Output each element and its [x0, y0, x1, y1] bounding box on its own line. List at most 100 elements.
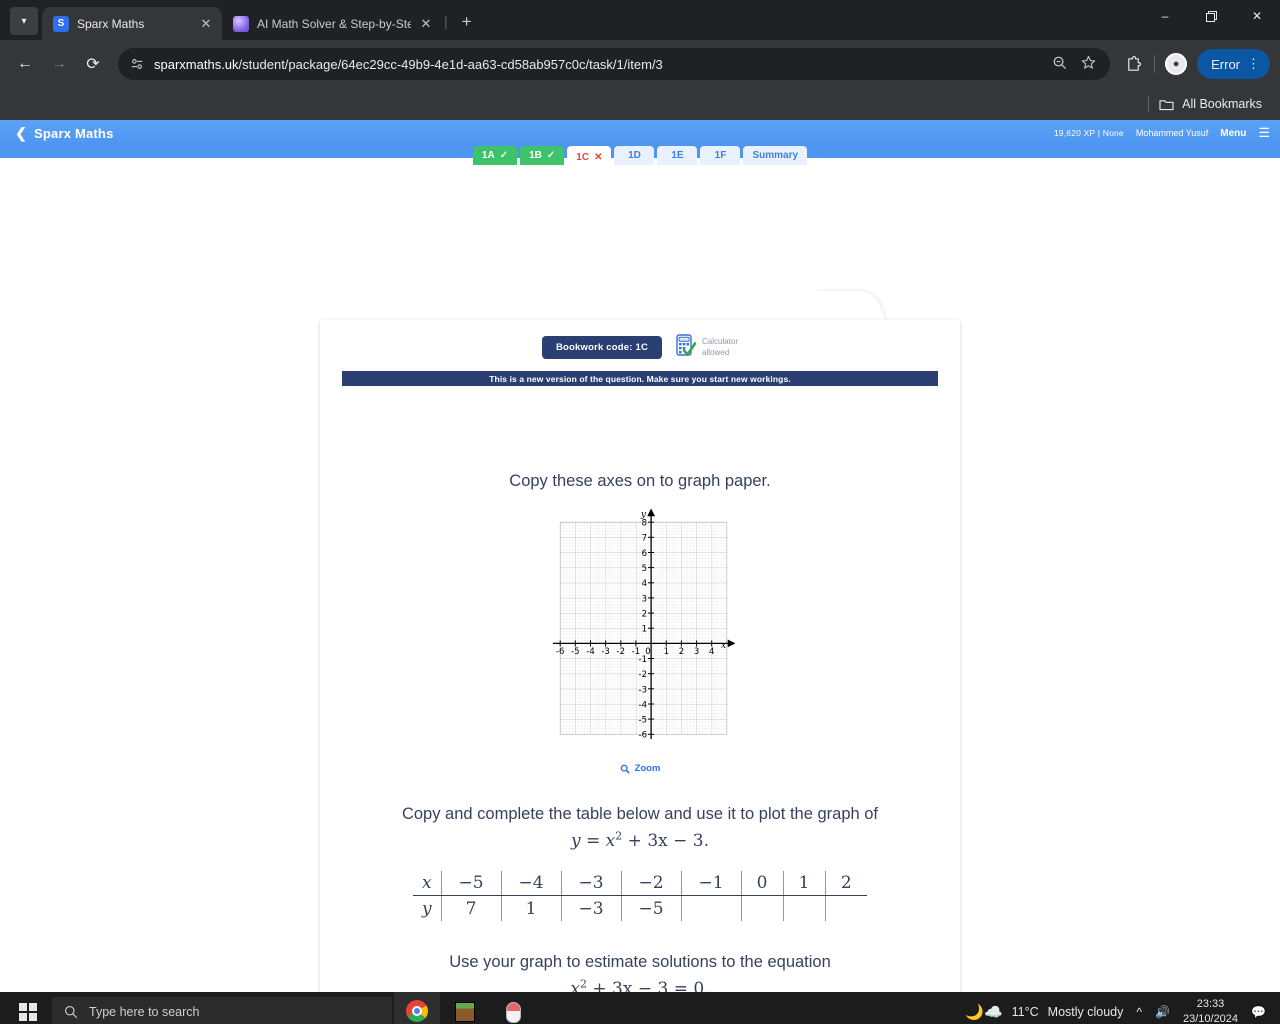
x-tick-label: 0 — [645, 647, 650, 657]
table-row-label-x: x — [413, 870, 442, 897]
mouse-app-taskbar-icon[interactable] — [490, 992, 536, 1024]
x-tick-label: 2 — [679, 647, 684, 657]
question-tab-1e[interactable]: 1E — [657, 146, 698, 165]
chevron-down-icon[interactable]: ▾ — [10, 7, 38, 35]
question-body: Copy and complete the table below and us… — [320, 802, 960, 855]
table-cell-x: −1 — [681, 870, 742, 897]
question-tab-label: 1D — [628, 150, 641, 161]
browser-tabstrip: ▾ S Sparx Maths ✕ AI Math Solver & Step-… — [0, 0, 1280, 40]
question-tab-label: 1B — [529, 150, 542, 161]
close-window-button[interactable]: ✕ — [1234, 0, 1280, 32]
question-tab-1a[interactable]: 1A ✓ — [472, 146, 518, 165]
table-cell-y: −5 — [621, 895, 682, 921]
chevron-up-icon[interactable]: ^ — [1136, 1005, 1142, 1019]
toolbar-divider — [1154, 55, 1156, 73]
url-text: sparxmaths.uk/student/package/64ec29cc-4… — [154, 57, 1042, 72]
clock-time: 23:33 — [1196, 998, 1225, 1011]
question-tab-1b[interactable]: 1B ✓ — [520, 146, 565, 165]
coordinate-axes-svg: 8 7 6 5 4 3 2 1 -1 -2 -3 -4 -5 -6 -6 -5 … — [553, 508, 735, 741]
question-tab-1d[interactable]: 1D — [614, 146, 655, 165]
question-tab-label: 1E — [671, 150, 684, 161]
browser-toolbar: ← → ⟳ sparxmaths.uk/student/package/64ec… — [0, 40, 1280, 88]
check-icon: ✓ — [499, 150, 509, 161]
graph-figure[interactable]: 8 7 6 5 4 3 2 1 -1 -2 -3 -4 -5 -6 -6 -5 … — [320, 507, 960, 747]
reload-button[interactable]: ⟳ — [78, 49, 108, 79]
browser-tab-ai-math-solver[interactable]: AI Math Solver & Step-by-Step ✕ — [222, 7, 442, 40]
chevron-left-icon[interactable]: ❮ — [8, 125, 34, 142]
x-tick-label: 4 — [709, 647, 714, 657]
question-tab-label: 1C — [576, 151, 590, 163]
y-tick-label: 8 — [642, 519, 647, 529]
clock-date: 23/10/2024 — [1182, 1013, 1239, 1024]
window-controls: – ✕ — [1142, 0, 1280, 32]
table-cell-y-empty — [825, 896, 867, 921]
bookmark-star-icon[interactable] — [1081, 55, 1096, 73]
browser-tab-sparx-maths[interactable]: S Sparx Maths ✕ — [42, 7, 222, 40]
close-icon[interactable]: ✕ — [199, 16, 213, 32]
question-tab-label: 1F — [714, 150, 727, 161]
question-tab-summary[interactable]: Summary — [743, 146, 808, 165]
folder-icon — [1159, 99, 1174, 110]
new-tab-button[interactable]: + — [456, 12, 478, 32]
back-button[interactable]: ← — [10, 49, 40, 79]
forward-button[interactable]: → — [44, 49, 74, 79]
profile-avatar[interactable]: ● — [1163, 53, 1189, 75]
table-cell-y: −3 — [561, 895, 622, 921]
question-tab-1c[interactable]: 1C ✕ — [567, 146, 612, 168]
chat-bubble-icon[interactable]: 💬 — [1251, 1005, 1266, 1019]
zoom-button[interactable]: Zoom — [320, 763, 960, 774]
address-bar[interactable]: sparxmaths.uk/student/package/64ec29cc-4… — [118, 48, 1111, 80]
speaker-icon[interactable]: 🔊 — [1155, 1005, 1170, 1019]
three-dot-menu-icon[interactable]: ⋮ — [1247, 56, 1260, 72]
user-name: Mohammed Yusuf — [1135, 128, 1209, 138]
chrome-taskbar-icon[interactable] — [394, 992, 440, 1024]
ai-math-icon — [233, 15, 249, 32]
question-tab-1f[interactable]: 1F — [700, 146, 741, 165]
site-settings-icon[interactable] — [130, 57, 144, 71]
table-cell-y-empty — [681, 895, 742, 921]
error-status-button[interactable]: Error ⋮ — [1197, 49, 1270, 79]
question-heading: Copy these axes on to graph paper. — [509, 472, 771, 490]
y-tick-label: 5 — [642, 564, 647, 574]
weather-description: Mostly cloudy — [1047, 1005, 1124, 1019]
temperature-label: 11°C — [1011, 1005, 1039, 1019]
calculator-line-2: allowed — [702, 347, 730, 357]
zoom-out-icon[interactable] — [1052, 55, 1067, 73]
menu-button[interactable]: Menu — [1220, 128, 1246, 139]
hamburger-menu-icon[interactable]: ☰ — [1258, 125, 1270, 141]
x-tick-label: -2 — [617, 647, 625, 657]
all-bookmarks-button[interactable]: All Bookmarks — [1159, 97, 1262, 111]
windows-logo-icon — [19, 1003, 37, 1021]
start-button[interactable] — [6, 1003, 50, 1021]
equation-rest: + 3x − 3. — [627, 831, 709, 852]
tail-equation-exponent: 2 — [579, 977, 587, 991]
calculator-icon — [676, 334, 697, 361]
table-row-label-y: y — [413, 895, 442, 921]
check-icon: ✓ — [546, 150, 556, 161]
question-tab-label: 1A — [481, 150, 495, 161]
y-tick-label: 4 — [642, 579, 647, 589]
x-tick-label: -6 — [556, 647, 564, 657]
table-cell-y: 1 — [501, 895, 562, 921]
table-cell-x: 1 — [783, 870, 826, 897]
sparx-page-body: 1A ✓ 1B ✓ 1C ✕ 1D 1E 1F Summary Bookwork… — [0, 146, 1280, 992]
search-icon — [65, 1006, 78, 1019]
taskbar-clock[interactable]: 23:33 23/10/2024 — [1183, 997, 1238, 1024]
calculator-allowed-text: Calculator allowed — [702, 337, 738, 359]
question-tail-text: Use your graph to estimate solutions to … — [449, 952, 831, 971]
minimize-button[interactable]: – — [1142, 0, 1188, 32]
taskbar-search-input[interactable]: Type here to search — [52, 997, 392, 1024]
tail-equation-rest: + 3x − 3 = 0. — [592, 978, 710, 992]
table-cell-x: −3 — [561, 870, 622, 897]
maximize-button[interactable] — [1188, 0, 1234, 32]
table-cell-y: 7 — [441, 895, 502, 921]
minecraft-taskbar-icon[interactable] — [442, 992, 488, 1024]
windows-taskbar: Type here to search 🌙☁️ 11°C Mostly clou… — [0, 992, 1280, 1024]
maximize-icon — [1205, 10, 1217, 22]
extensions-icon[interactable] — [1120, 55, 1146, 73]
y-tick-label: -4 — [639, 700, 647, 710]
y-tick-label: -5 — [639, 716, 647, 726]
equation-x: x — [605, 831, 616, 852]
weather-widget[interactable]: 🌙☁️ 11°C Mostly cloudy — [965, 1003, 1123, 1021]
close-icon[interactable]: ✕ — [419, 16, 433, 32]
